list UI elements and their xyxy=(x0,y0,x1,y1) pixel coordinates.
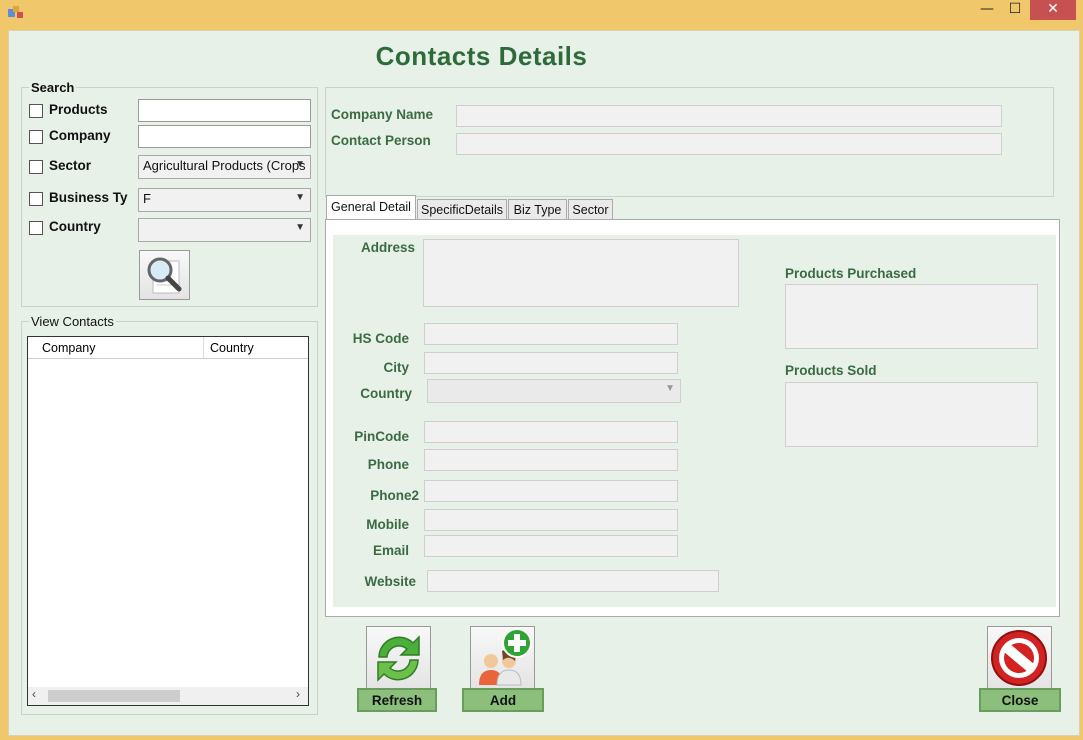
company-name-input[interactable] xyxy=(456,105,1002,127)
website-label: Website xyxy=(364,574,416,589)
products-sold-input[interactable] xyxy=(785,382,1038,447)
horizontal-scrollbar[interactable]: ‹ › xyxy=(28,687,308,705)
chevron-down-icon: ▼ xyxy=(295,222,305,233)
sector-select[interactable]: Agricultural Products (Crops ▼ xyxy=(138,155,311,179)
sector-select-value: Agricultural Products (Crops xyxy=(143,158,306,173)
mobile-input[interactable] xyxy=(424,509,678,531)
hs-code-input[interactable] xyxy=(424,323,678,345)
phone2-input[interactable] xyxy=(424,480,678,502)
add-label: Add xyxy=(462,688,544,712)
scroll-left-icon[interactable]: ‹ xyxy=(32,687,36,701)
city-input[interactable] xyxy=(424,352,678,374)
column-header-company[interactable]: Company xyxy=(42,341,96,355)
email-label: Email xyxy=(372,543,409,558)
close-icon-box xyxy=(987,626,1052,690)
hs-code-label: HS Code xyxy=(352,331,409,346)
close-button[interactable]: Close xyxy=(979,626,1061,714)
pincode-input[interactable] xyxy=(424,421,678,443)
chevron-down-icon: ▼ xyxy=(295,192,305,203)
tab-specific-details[interactable]: SpecificDetails xyxy=(417,199,507,220)
country-checkbox[interactable] xyxy=(29,221,43,235)
country-detail-label: Country xyxy=(360,386,412,401)
contact-person-label: Contact Person xyxy=(331,133,431,148)
business-type-select[interactable]: F ▼ xyxy=(138,188,311,212)
refresh-icon-box xyxy=(366,626,431,690)
page-title: Contacts Details xyxy=(375,41,588,71)
city-label: City xyxy=(383,360,409,375)
title-bar: — ☐ ✕ xyxy=(0,0,1083,24)
sector-checkbox[interactable] xyxy=(29,160,43,174)
products-label: Products xyxy=(49,102,108,117)
add-button[interactable]: Add xyxy=(462,626,544,714)
mobile-label: Mobile xyxy=(366,517,409,532)
phone-label: Phone xyxy=(367,457,409,472)
stop-icon xyxy=(991,630,1047,686)
chevron-down-icon: ▼ xyxy=(295,159,305,170)
column-divider xyxy=(203,337,204,358)
scrollbar-thumb[interactable] xyxy=(48,690,180,702)
company-label: Company xyxy=(49,128,111,143)
business-type-checkbox[interactable] xyxy=(29,192,43,206)
view-contacts-legend: View Contacts xyxy=(29,314,116,329)
close-label: Close xyxy=(979,688,1061,712)
search-button[interactable] xyxy=(139,250,190,300)
products-purchased-label: Products Purchased xyxy=(785,266,917,281)
country-detail-select[interactable]: ▼ xyxy=(427,379,681,403)
maximize-button[interactable]: ☐ xyxy=(1004,0,1026,20)
business-type-label: Business Ty xyxy=(49,190,128,205)
company-name-label: Company Name xyxy=(331,107,434,122)
form-client-area: Contacts Details Search Products Company… xyxy=(8,30,1080,736)
phone2-label: Phone2 xyxy=(370,488,419,503)
app-icon xyxy=(8,6,23,18)
products-checkbox[interactable] xyxy=(29,104,43,118)
scroll-right-icon[interactable]: › xyxy=(296,687,300,701)
column-header-country[interactable]: Country xyxy=(210,341,254,355)
tab-general-detail[interactable]: General Detail xyxy=(326,195,416,221)
phone-input[interactable] xyxy=(424,449,678,471)
products-purchased-input[interactable] xyxy=(785,284,1038,349)
country-label: Country xyxy=(49,219,101,234)
refresh-button[interactable]: Refresh xyxy=(357,626,437,714)
products-search-input[interactable] xyxy=(138,99,311,122)
list-header: Company Country xyxy=(28,337,308,359)
refresh-label: Refresh xyxy=(357,688,437,712)
chevron-down-icon: ▼ xyxy=(665,383,675,394)
add-contact-icon xyxy=(479,628,532,686)
email-input[interactable] xyxy=(424,535,678,557)
business-type-select-value: F xyxy=(143,191,151,206)
website-input[interactable] xyxy=(427,570,719,592)
contacts-list[interactable]: Company Country ‹ › xyxy=(27,336,309,706)
pincode-label: PinCode xyxy=(354,429,409,444)
magnifier-icon xyxy=(147,257,182,294)
refresh-icon xyxy=(377,635,420,682)
add-icon-box xyxy=(470,626,535,690)
company-search-input[interactable] xyxy=(138,125,311,148)
country-search-select[interactable]: ▼ xyxy=(138,218,311,242)
sector-label: Sector xyxy=(49,158,92,173)
window-close-button[interactable]: ✕ xyxy=(1030,0,1076,20)
minimize-button[interactable]: — xyxy=(976,0,998,20)
company-checkbox[interactable] xyxy=(29,130,43,144)
contact-person-input[interactable] xyxy=(456,133,1002,155)
search-legend: Search xyxy=(29,80,77,95)
tab-sector[interactable]: Sector xyxy=(568,199,613,220)
products-sold-label: Products Sold xyxy=(785,363,877,378)
address-label: Address xyxy=(360,240,415,255)
address-input[interactable] xyxy=(423,239,739,307)
tab-biz-type[interactable]: Biz Type xyxy=(508,199,567,220)
